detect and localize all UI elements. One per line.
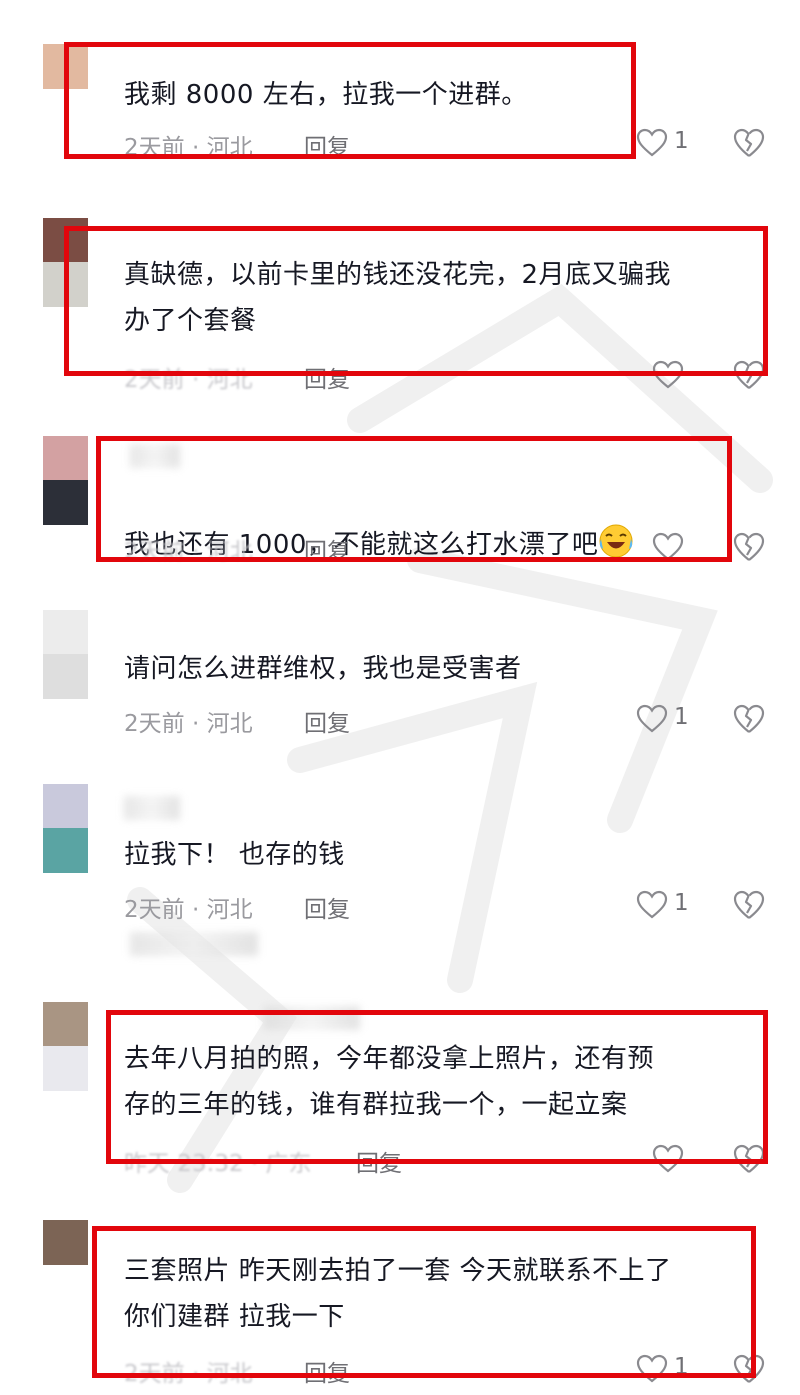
highlight-box xyxy=(96,436,732,562)
highlight-box xyxy=(64,226,768,376)
comment-text: 请问怎么进群维权，我也是受害者 xyxy=(124,654,522,684)
broken-heart-icon[interactable] xyxy=(733,889,765,921)
broken-heart-icon[interactable] xyxy=(733,531,765,563)
highlight-box xyxy=(106,1010,768,1164)
avatar[interactable] xyxy=(43,436,88,525)
comment-meta: 2天前 · 河北 xyxy=(124,897,253,923)
avatar[interactable] xyxy=(43,784,88,873)
heart-outline-icon[interactable] xyxy=(636,128,668,158)
watermark xyxy=(127,283,773,1193)
highlight-box xyxy=(64,42,636,159)
broken-heart-icon[interactable] xyxy=(733,127,765,159)
heart-outline-icon[interactable] xyxy=(636,704,668,734)
like-count: 1 xyxy=(674,890,689,916)
reply-button[interactable]: 回复 xyxy=(304,890,350,924)
comment-meta: 2天前 · 河北 xyxy=(124,711,253,737)
comment-text: 拉我下！ 也存的钱 xyxy=(124,840,345,870)
reply-button[interactable]: 回复 xyxy=(304,704,350,738)
highlight-box xyxy=(92,1226,756,1378)
avatar[interactable] xyxy=(43,1220,88,1265)
avatar[interactable] xyxy=(43,1002,88,1091)
expand-replies-blurred[interactable] xyxy=(130,932,258,956)
avatar[interactable] xyxy=(43,610,88,699)
broken-heart-icon[interactable] xyxy=(733,703,765,735)
username-blurred xyxy=(124,796,180,820)
heart-outline-icon[interactable] xyxy=(636,890,668,920)
like-count: 1 xyxy=(674,704,689,730)
like-count: 1 xyxy=(674,128,689,154)
